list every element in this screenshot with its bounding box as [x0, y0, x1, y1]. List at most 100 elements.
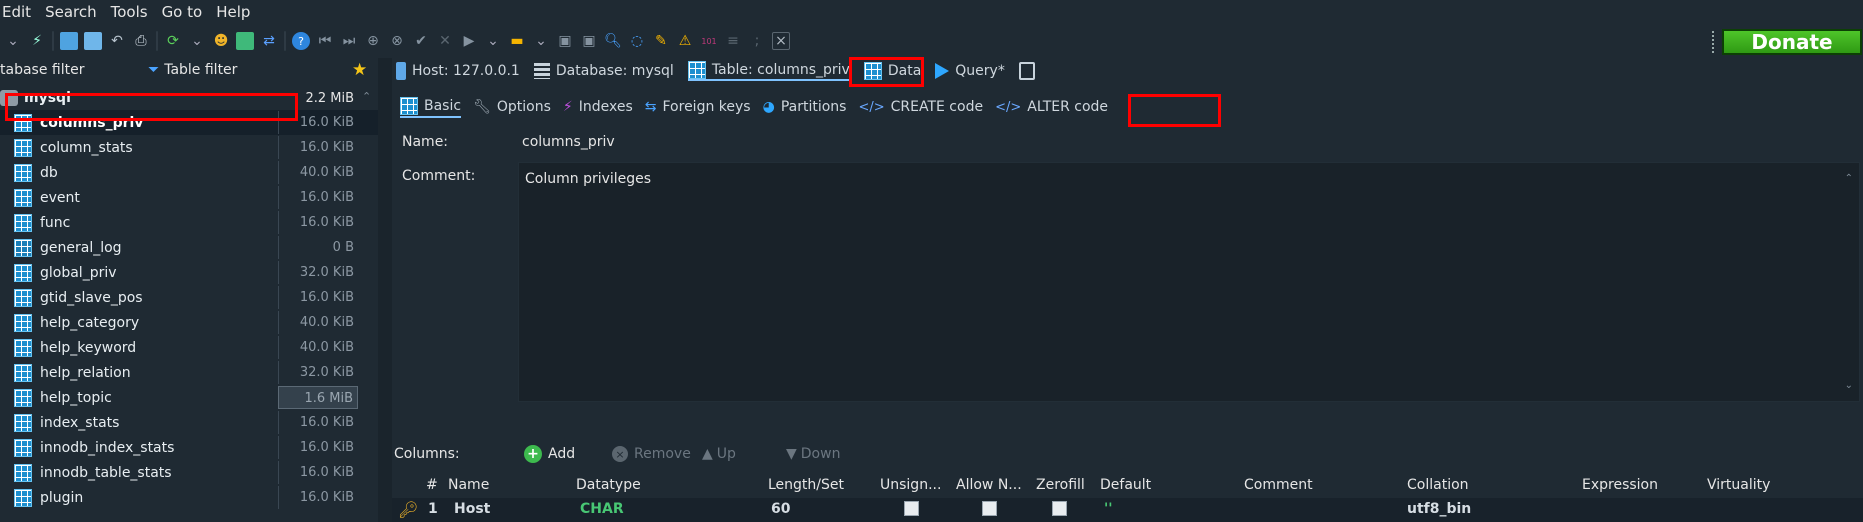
menu-edit[interactable]: Edit — [0, 3, 33, 21]
column-header-default[interactable]: Default — [1100, 477, 1151, 493]
add-column-button[interactable]: + Add — [524, 445, 575, 463]
unsigned-checkbox[interactable] — [904, 501, 919, 516]
wrap-icon[interactable]: ≡ — [724, 32, 742, 50]
tree-table-general-log[interactable]: general_log 0 B — [0, 235, 378, 260]
column-header-virtuality[interactable]: Virtuality — [1707, 477, 1770, 493]
tree-table-innodb-index-stats[interactable]: innodb_index_stats 16.0 KiB — [0, 435, 378, 460]
paste-icon[interactable] — [84, 32, 102, 50]
scroll-up-icon[interactable]: ⌃ — [1845, 173, 1853, 184]
column-header-length[interactable]: Length/Set — [768, 477, 844, 493]
first-record-icon[interactable]: ⏮ — [316, 32, 334, 50]
binary-icon[interactable]: 101 — [700, 32, 718, 50]
table-name: innodb_table_stats — [40, 464, 172, 481]
column-header-collation[interactable]: Collation — [1407, 477, 1469, 493]
close-tab-icon[interactable]: × — [772, 32, 790, 50]
dropdown-icon[interactable]: ⌄ — [4, 32, 22, 50]
tab-partitions[interactable]: ◕ Partitions — [763, 99, 847, 115]
cancel-icon[interactable]: ✕ — [436, 32, 454, 50]
find-icon[interactable]: 🔍︎ — [604, 32, 622, 50]
tab-create-code[interactable]: </> CREATE code — [858, 99, 983, 115]
tree-table-innodb-table-stats[interactable]: innodb_table_stats 16.0 KiB — [0, 460, 378, 485]
column-header-zerofill[interactable]: Zerofill — [1036, 477, 1085, 493]
users-icon[interactable]: ☻ — [212, 32, 230, 50]
tab-basic[interactable]: Basic — [400, 96, 462, 118]
table-filter-input[interactable]: ⏷ Table filter — [148, 62, 237, 78]
menu-search[interactable]: Search — [43, 3, 99, 21]
column-datatype-cell[interactable]: CHAR — [580, 501, 624, 517]
tab-table[interactable]: Table: columns_priv — [687, 61, 850, 81]
tab-host[interactable]: Host: 127.0.0.1 — [396, 62, 520, 80]
undo-icon[interactable]: ↶ — [108, 32, 126, 50]
warning-icon[interactable]: ⚠ — [676, 32, 694, 50]
dropdown-icon[interactable]: ⌄ — [532, 32, 550, 50]
column-header-datatype[interactable]: Datatype — [576, 477, 641, 493]
plug-icon[interactable]: ⚡ — [28, 32, 46, 50]
save-as-icon[interactable]: ▣ — [580, 32, 598, 50]
column-header-name[interactable]: Name — [448, 477, 489, 493]
scroll-up-icon[interactable]: ⌃ — [362, 90, 371, 103]
donate-button[interactable]: Donate — [1722, 29, 1862, 55]
comment-textarea[interactable]: Column privileges ⌃ ⌄ — [518, 162, 1860, 402]
column-default-cell[interactable]: '' — [1104, 501, 1113, 517]
tree-table-index-stats[interactable]: index_stats 16.0 KiB — [0, 410, 378, 435]
menu-tools[interactable]: Tools — [109, 3, 150, 21]
tree-table-event[interactable]: event 16.0 KiB — [0, 185, 378, 210]
last-record-icon[interactable]: ⏭ — [340, 32, 358, 50]
dropdown-icon[interactable]: ⌄ — [188, 32, 206, 50]
tree-table-help-category[interactable]: help_category 40.0 KiB — [0, 310, 378, 335]
folder-icon[interactable]: ▬ — [508, 32, 526, 50]
tree-table-plugin[interactable]: plugin 16.0 KiB — [0, 485, 378, 510]
delete-record-icon[interactable]: ⊗ — [388, 32, 406, 50]
tree-table-global-priv[interactable]: global_priv 32.0 KiB — [0, 260, 378, 285]
table-name-field[interactable]: columns_priv — [522, 134, 615, 150]
tab-options[interactable]: 🔧︎ Options — [473, 99, 551, 115]
tree-table-help-relation[interactable]: help_relation 32.0 KiB — [0, 360, 378, 385]
scroll-down-icon[interactable]: ⌄ — [1845, 380, 1853, 391]
clean-icon[interactable]: ✎ — [652, 32, 670, 50]
column-name-cell[interactable]: Host — [454, 501, 490, 517]
database-filter-input[interactable]: tabase filter — [0, 62, 84, 78]
table-row[interactable]: 🔑︎ 1 Host CHAR 60 '' utf8_bin — [392, 498, 1863, 522]
dropdown-icon[interactable]: ⌄ — [484, 32, 502, 50]
print-icon[interactable]: ⎙ — [132, 32, 150, 50]
tab-foreign-keys[interactable]: ⇆ Foreign keys — [645, 99, 751, 115]
tree-table-column-stats[interactable]: column_stats 16.0 KiB — [0, 135, 378, 160]
tree-table-gtid-slave-pos[interactable]: gtid_slave_pos 16.0 KiB — [0, 285, 378, 310]
tab-database[interactable]: Database: mysql — [533, 63, 674, 79]
refresh-icon[interactable]: ⟳ — [164, 32, 182, 50]
column-header-comment[interactable]: Comment — [1244, 477, 1313, 493]
remove-column-button[interactable]: × Remove — [612, 446, 691, 462]
menu-goto[interactable]: Go to — [160, 3, 205, 21]
save-icon[interactable]: ▣ — [556, 32, 574, 50]
semicolon-icon[interactable]: ; — [748, 32, 766, 50]
column-header-number[interactable]: # — [426, 477, 438, 493]
column-length-cell[interactable]: 60 — [771, 501, 790, 517]
export-icon[interactable] — [236, 32, 254, 50]
tree-table-db[interactable]: db 40.0 KiB — [0, 160, 378, 185]
tab-indexes[interactable]: ⚡ Indexes — [563, 99, 633, 115]
sync-icon[interactable]: ⇄ — [260, 32, 278, 50]
zerofill-checkbox[interactable] — [1052, 501, 1067, 516]
column-header-allow-null[interactable]: Allow N... — [956, 477, 1022, 493]
favorite-star-icon[interactable]: ★ — [352, 60, 367, 80]
tab-alter-code[interactable]: </> ALTER code — [995, 99, 1108, 115]
new-query-tab-button[interactable] — [1018, 62, 1035, 80]
tab-query[interactable]: Query* — [935, 63, 1005, 79]
help-icon[interactable]: ? — [292, 32, 310, 50]
move-up-button[interactable]: ▲ Up — [702, 446, 736, 462]
post-icon[interactable]: ✔ — [412, 32, 430, 50]
column-collation-cell[interactable]: utf8_bin — [1407, 501, 1471, 517]
insert-record-icon[interactable]: ⊕ — [364, 32, 382, 50]
replace-icon[interactable]: ◌ — [628, 32, 646, 50]
tree-table-func[interactable]: func 16.0 KiB — [0, 210, 378, 235]
column-header-unsigned[interactable]: Unsign... — [880, 477, 941, 493]
column-header-expression[interactable]: Expression — [1582, 477, 1658, 493]
panel-splitter[interactable] — [378, 58, 392, 522]
tree-table-help-keyword[interactable]: help_keyword 40.0 KiB — [0, 335, 378, 360]
allow-null-checkbox[interactable] — [982, 501, 997, 516]
menu-help[interactable]: Help — [214, 3, 252, 21]
tree-table-help-topic[interactable]: help_topic 1.6 MiB — [0, 385, 378, 410]
move-down-button[interactable]: ▼ Down — [786, 446, 840, 462]
run-icon[interactable]: ▶ — [460, 32, 478, 50]
copy-icon[interactable] — [60, 32, 78, 50]
